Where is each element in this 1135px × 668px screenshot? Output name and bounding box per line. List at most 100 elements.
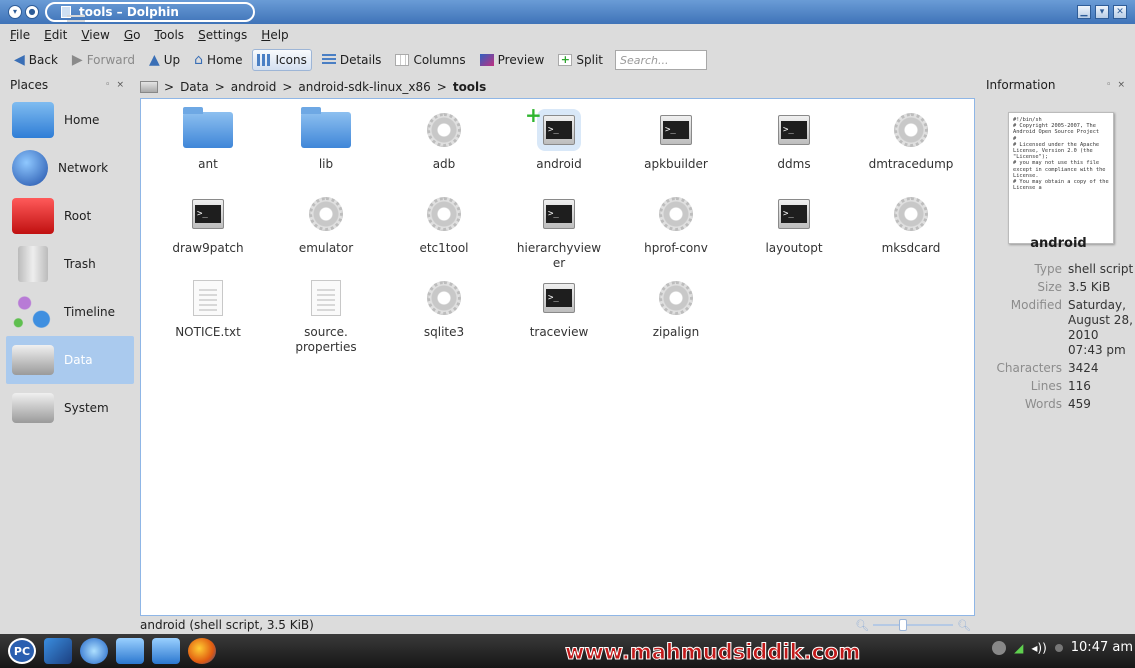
place-trash[interactable]: Trash bbox=[6, 240, 134, 288]
close-button[interactable]: ✕ bbox=[1113, 5, 1127, 19]
window-title-tab[interactable]: tools – Dolphin bbox=[45, 2, 255, 22]
forward-button[interactable]: ▶ Forward bbox=[68, 49, 139, 71]
breadcrumb-item[interactable]: Data bbox=[180, 80, 209, 94]
kde-globe-icon[interactable] bbox=[80, 638, 108, 664]
toolbar: ◀ Back ▶ Forward ▲ Up ⌂ Home Icons Detai… bbox=[0, 46, 1135, 74]
file-item-apkbuilder[interactable]: apkbuilder bbox=[621, 107, 731, 172]
breadcrumb-separator: > bbox=[436, 80, 447, 94]
columns-label: Columns bbox=[413, 53, 466, 67]
meta-key: Characters bbox=[996, 361, 1063, 375]
place-network[interactable]: Network bbox=[6, 144, 134, 192]
file-item-hierarchyviewer[interactable]: hierarchyview er bbox=[504, 191, 614, 271]
signal-icon[interactable]: ◢ bbox=[1014, 641, 1023, 655]
meta-key: Lines bbox=[1030, 379, 1062, 393]
file-item-sqlite3[interactable]: sqlite3 bbox=[389, 275, 499, 340]
zoom-track[interactable] bbox=[873, 619, 954, 631]
info-header: Information ◦× bbox=[982, 74, 1135, 96]
menu-tools[interactable]: Tools bbox=[154, 28, 184, 42]
file-item-layoutopt[interactable]: layoutopt bbox=[739, 191, 849, 256]
file-item-dmtracedump[interactable]: dmtracedump bbox=[856, 107, 966, 172]
zoom-in-icon[interactable]: 🔍︎ bbox=[957, 619, 971, 632]
file-item-hprof-conv[interactable]: hprof-conv bbox=[621, 191, 731, 256]
info-filename: android bbox=[1030, 236, 1087, 251]
file-item-etc1tool[interactable]: etc1tool bbox=[389, 191, 499, 256]
zoom-slider[interactable]: 🔍︎ 🔍︎ bbox=[855, 619, 971, 632]
places-header: Places ◦× bbox=[6, 74, 134, 96]
zoom-handle[interactable] bbox=[899, 619, 908, 631]
place-system[interactable]: System bbox=[6, 384, 134, 432]
details-list-icon bbox=[321, 54, 336, 66]
file-label: emulator bbox=[298, 241, 354, 255]
file-manager-icon[interactable] bbox=[116, 638, 144, 664]
menu-go[interactable]: Go bbox=[124, 28, 141, 42]
place-label: Data bbox=[64, 353, 93, 367]
forward-arrow-icon: ▶ bbox=[71, 52, 83, 68]
breadcrumb-separator: > bbox=[164, 80, 175, 94]
breadcrumb-item[interactable]: android-sdk-linux_x86 bbox=[298, 80, 430, 94]
home-button[interactable]: ⌂ Home bbox=[190, 49, 246, 71]
info-title: Information bbox=[986, 78, 1056, 92]
select-plus-icon[interactable]: + bbox=[525, 105, 542, 125]
file-item-traceview[interactable]: traceview bbox=[504, 275, 614, 340]
file-item-source.properties[interactable]: source. properties bbox=[271, 275, 381, 355]
file-label: source. properties bbox=[295, 325, 357, 354]
file-item-notice.txt[interactable]: NOTICE.txt bbox=[153, 275, 263, 340]
zoom-out-icon[interactable]: 🔍︎ bbox=[855, 619, 869, 632]
network-status-icon[interactable] bbox=[992, 640, 1007, 655]
meta-value: 116 bbox=[1068, 379, 1091, 393]
file-item-ddms[interactable]: ddms bbox=[739, 107, 849, 172]
file-item-emulator[interactable]: emulator bbox=[271, 191, 381, 256]
back-button[interactable]: ◀ Back bbox=[10, 49, 62, 71]
volume-icon[interactable]: ◂)) bbox=[1031, 641, 1046, 655]
menu-help[interactable]: Help bbox=[261, 28, 288, 42]
window-menu-icon[interactable]: ▾ bbox=[8, 5, 22, 19]
pc-launcher-icon[interactable]: PC bbox=[8, 638, 36, 664]
dolphin-task-icon[interactable] bbox=[152, 638, 180, 664]
menu-settings[interactable]: Settings bbox=[198, 28, 247, 42]
place-home[interactable]: Home bbox=[6, 96, 134, 144]
menu-edit[interactable]: Edit bbox=[44, 28, 67, 42]
menu-file[interactable]: File bbox=[10, 28, 30, 42]
file-icon-wrap bbox=[621, 107, 731, 153]
maximize-button[interactable]: ▾ bbox=[1095, 5, 1109, 19]
place-label: Home bbox=[64, 113, 100, 127]
panel-controls-icon[interactable]: ◦× bbox=[105, 80, 130, 90]
file-item-ant[interactable]: ant bbox=[153, 107, 263, 172]
meta-row: Words 459 bbox=[982, 397, 1135, 412]
file-icon-wrap bbox=[504, 275, 614, 321]
place-data[interactable]: Data bbox=[6, 336, 134, 384]
file-item-draw9patch[interactable]: draw9patch bbox=[153, 191, 263, 256]
meta-key: Type bbox=[1034, 262, 1062, 276]
file-item-adb[interactable]: adb bbox=[389, 107, 499, 172]
up-button[interactable]: ▲ Up bbox=[145, 49, 184, 71]
place-root[interactable]: Root bbox=[6, 192, 134, 240]
icons-view-button[interactable]: Icons bbox=[252, 49, 312, 71]
file-item-mksdcard[interactable]: mksdcard bbox=[856, 191, 966, 256]
file-view[interactable]: ant lib adb + android apkbuilder ddms dmtracedu… bbox=[140, 98, 975, 616]
breadcrumb-item[interactable]: android bbox=[231, 80, 277, 94]
preview-button[interactable]: Preview bbox=[476, 49, 549, 71]
preview-icon bbox=[479, 54, 494, 66]
clock[interactable]: 10:47 am bbox=[1071, 640, 1133, 655]
breadcrumb-current[interactable]: tools bbox=[453, 80, 486, 94]
columns-view-button[interactable]: Columns bbox=[391, 49, 469, 71]
panel-controls-icon[interactable]: ◦× bbox=[1106, 80, 1131, 90]
menu-view[interactable]: View bbox=[81, 28, 109, 42]
tray-dot-icon[interactable] bbox=[1054, 643, 1063, 652]
place-timeline[interactable]: Timeline bbox=[6, 288, 134, 336]
search-input[interactable]: Search... bbox=[614, 50, 707, 70]
window-pin-icon[interactable]: ● bbox=[25, 5, 39, 19]
file-item-lib[interactable]: lib bbox=[271, 107, 381, 172]
drive-small-icon[interactable] bbox=[140, 81, 158, 93]
place-label: Root bbox=[64, 209, 92, 223]
firefox-icon[interactable] bbox=[188, 638, 216, 664]
minimize-button[interactable]: ▁ bbox=[1077, 5, 1091, 19]
menubar: File Edit View Go Tools Settings Help bbox=[0, 24, 1135, 46]
info-meta: Type shell script Size 3.5 KiB Modified Sat… bbox=[982, 262, 1135, 415]
file-item-android[interactable]: + android bbox=[504, 105, 614, 172]
desktop-icon[interactable] bbox=[44, 638, 72, 664]
meta-key: Modified bbox=[1010, 298, 1062, 312]
details-view-button[interactable]: Details bbox=[318, 49, 386, 71]
split-button[interactable]: + Split bbox=[554, 49, 607, 71]
file-item-zipalign[interactable]: zipalign bbox=[621, 275, 731, 340]
